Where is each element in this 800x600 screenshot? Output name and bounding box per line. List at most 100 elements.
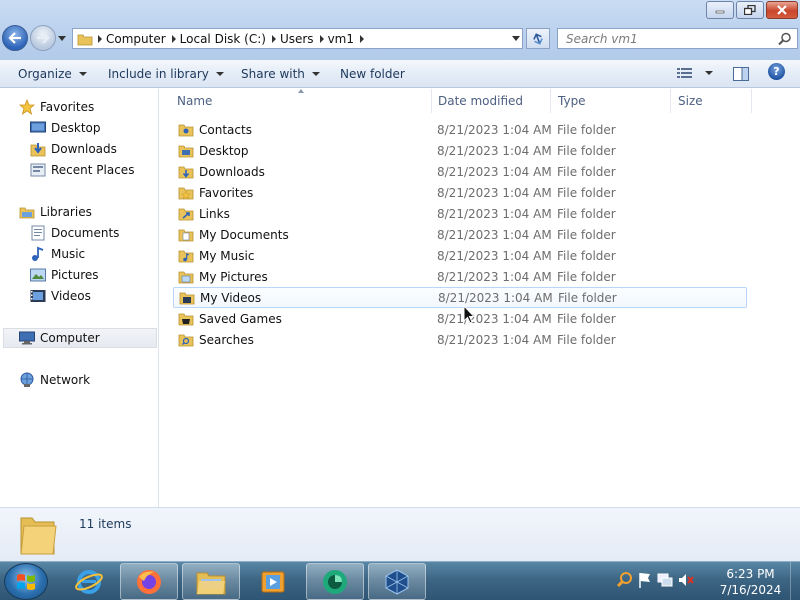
documents-folder-icon <box>178 227 194 243</box>
file-name-text: Desktop <box>199 143 249 158</box>
file-row[interactable]: Contacts 8/21/2023 1:04 AM File folder <box>173 119 747 140</box>
nav-network[interactable]: Network <box>19 370 90 390</box>
organize-label: Organize <box>18 67 72 81</box>
chevron-down-icon[interactable] <box>705 71 713 75</box>
nav-music-label: Music <box>51 247 86 261</box>
file-row[interactable]: My Pictures 8/21/2023 1:04 AM File folde… <box>173 266 747 287</box>
forward-button[interactable] <box>30 25 56 51</box>
nav-pictures[interactable]: Pictures <box>30 265 99 285</box>
tray-search-icon[interactable] <box>616 571 634 592</box>
action-center-flag-icon[interactable] <box>637 571 653 592</box>
breadcrumb-vm1[interactable]: vm1 <box>324 29 364 48</box>
breadcrumb-local-disk[interactable]: Local Disk (C:) <box>176 29 276 48</box>
close-button[interactable] <box>766 1 798 19</box>
column-header-date-modified[interactable]: Date modified <box>431 89 551 113</box>
virtualbox-icon <box>385 568 409 595</box>
taskbar-internet-explorer[interactable] <box>60 563 118 600</box>
back-button[interactable] <box>2 25 28 51</box>
network-icon <box>19 372 35 388</box>
pictures-folder-icon <box>178 269 194 285</box>
taskbar: 6:23 PM 7/16/2024 <box>0 561 800 600</box>
file-name-text: Searches <box>199 332 254 347</box>
breadcrumb-computer[interactable]: Computer <box>102 29 176 48</box>
address-history-dropdown[interactable] <box>512 36 520 41</box>
column-date-label: Date modified <box>438 94 524 108</box>
taskbar-firefox[interactable] <box>120 563 178 600</box>
breadcrumb-users[interactable]: Users <box>276 29 324 48</box>
internet-explorer-icon <box>75 569 103 594</box>
file-row[interactable]: Favorites 8/21/2023 1:04 AM File folder <box>173 182 747 203</box>
file-row[interactable]: My Videos 8/21/2023 1:04 AM File folder <box>173 287 747 308</box>
column-name-label: Name <box>177 94 213 108</box>
folder-icon <box>20 517 57 555</box>
nav-computer-label: Computer <box>40 331 100 345</box>
file-row[interactable]: My Music 8/21/2023 1:04 AM File folder <box>173 245 747 266</box>
column-header-type[interactable]: Type <box>551 89 671 113</box>
show-desktop-button[interactable] <box>790 562 800 600</box>
refresh-button[interactable] <box>526 28 550 49</box>
volume-muted-icon[interactable] <box>677 571 695 592</box>
nav-videos[interactable]: Videos <box>30 286 91 306</box>
recent-pages-dropdown[interactable] <box>58 34 67 43</box>
nav-favorites[interactable]: Favorites <box>19 97 94 117</box>
change-view-button[interactable] <box>677 67 713 79</box>
file-row[interactable]: Searches 8/21/2023 1:04 AM File folder <box>173 329 747 350</box>
file-type: File folder <box>558 290 617 305</box>
network-tray-icon[interactable] <box>656 571 674 592</box>
chevron-down-icon <box>215 72 224 76</box>
column-header-size[interactable]: Size <box>671 89 752 113</box>
share-with-button[interactable]: Share with <box>241 65 320 83</box>
taskbar-app-green[interactable] <box>306 563 364 600</box>
file-name-text: Favorites <box>199 185 254 200</box>
column-header-name[interactable]: Name <box>170 89 432 113</box>
nav-music[interactable]: Music <box>30 244 85 264</box>
command-bar: Organize Include in library Share with N… <box>0 60 800 88</box>
file-name-text: Downloads <box>199 164 265 179</box>
file-row[interactable]: My Documents 8/21/2023 1:04 AM File fold… <box>173 224 747 245</box>
maximize-button[interactable] <box>736 1 764 19</box>
chevron-down-icon <box>78 72 87 76</box>
new-folder-button[interactable]: New folder <box>340 65 405 83</box>
breadcrumb-arrow[interactable] <box>360 34 364 43</box>
start-button[interactable] <box>4 563 48 600</box>
file-row[interactable]: Links 8/21/2023 1:04 AM File folder <box>173 203 747 224</box>
desktop-folder-icon <box>178 143 194 159</box>
downloads-folder-icon <box>178 164 194 180</box>
file-name-text: Links <box>199 206 230 221</box>
favorites-folder-icon <box>178 185 194 201</box>
taskbar-clock[interactable]: 6:23 PM 7/16/2024 <box>713 566 788 598</box>
links-folder-icon <box>178 206 194 222</box>
organize-button[interactable]: Organize <box>18 65 87 83</box>
nav-desktop[interactable]: Desktop <box>30 118 101 138</box>
file-type: File folder <box>557 248 616 263</box>
file-name-text: My Documents <box>199 227 289 242</box>
help-icon[interactable]: ? <box>768 63 785 80</box>
include-in-library-button[interactable]: Include in library <box>108 65 224 83</box>
taskbar-media-player[interactable] <box>244 563 302 600</box>
nav-computer[interactable]: Computer <box>3 328 157 348</box>
nav-libraries[interactable]: Libraries <box>19 202 92 222</box>
file-row[interactable]: Desktop 8/21/2023 1:04 AM File folder <box>173 140 747 161</box>
computer-icon <box>19 330 35 346</box>
taskbar-virtualbox[interactable] <box>368 563 426 600</box>
nav-downloads-label: Downloads <box>51 142 117 156</box>
nav-documents[interactable]: Documents <box>30 223 119 243</box>
breadcrumb-label: vm1 <box>327 31 354 46</box>
window-title-area: Computer Local Disk (C:) Users vm1 <box>0 0 800 60</box>
file-date: 8/21/2023 1:04 AM <box>437 185 552 200</box>
file-row[interactable]: Downloads 8/21/2023 1:04 AM File folder <box>173 161 747 182</box>
arrow-right-icon <box>37 32 50 44</box>
taskbar-windows-explorer[interactable] <box>182 563 240 600</box>
minimize-button[interactable] <box>706 1 734 19</box>
search-input[interactable] <box>558 29 773 48</box>
search-box[interactable] <box>557 28 798 49</box>
search-icon[interactable] <box>778 32 792 46</box>
address-bar[interactable]: Computer Local Disk (C:) Users vm1 <box>72 28 523 49</box>
nav-downloads[interactable]: Downloads <box>30 139 117 159</box>
chevron-down-icon <box>311 72 320 76</box>
preview-pane-icon[interactable] <box>733 67 749 81</box>
file-date: 8/21/2023 1:04 AM <box>437 206 552 221</box>
file-row[interactable]: Saved Games 8/21/2023 1:04 AM File folde… <box>173 308 747 329</box>
nav-recent-places[interactable]: Recent Places <box>30 160 134 180</box>
file-type: File folder <box>557 164 616 179</box>
